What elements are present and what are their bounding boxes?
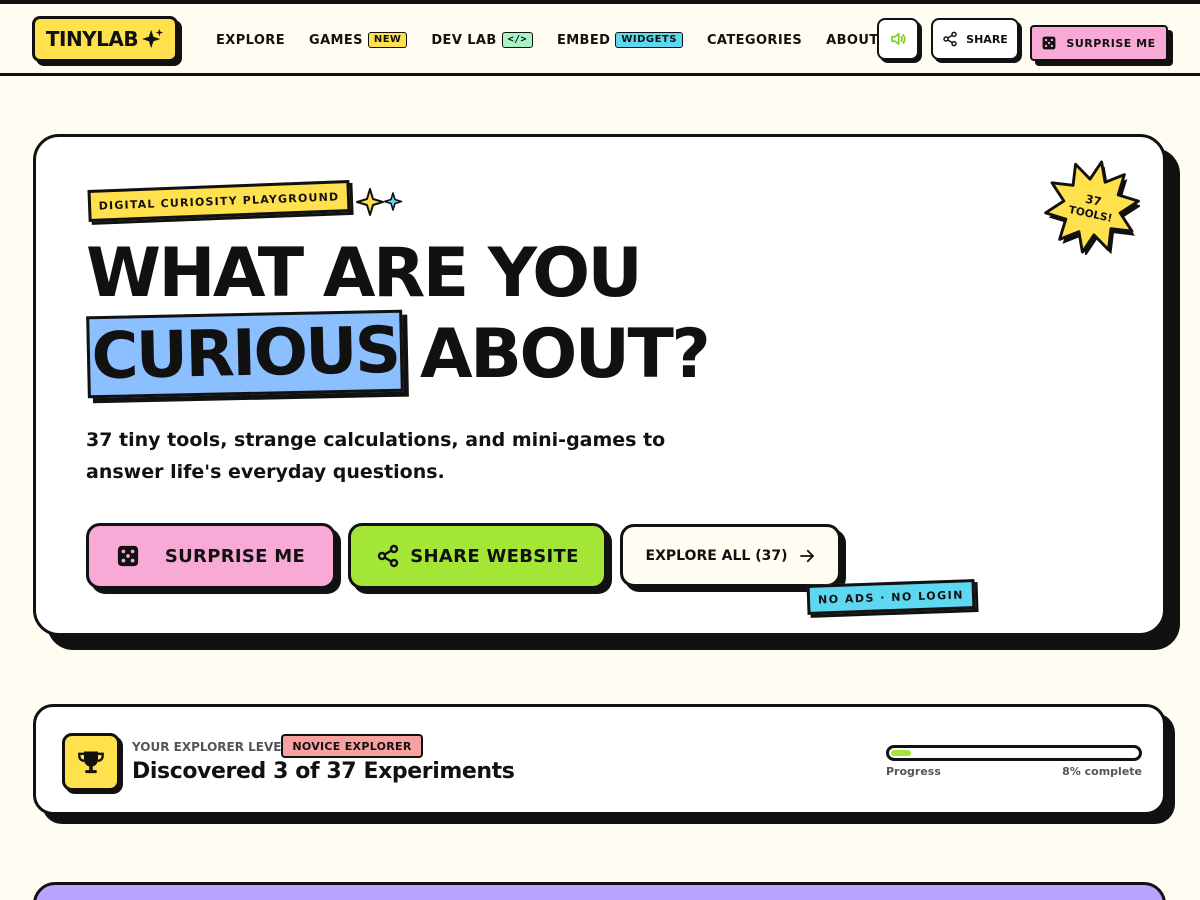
nav-link-label: GAMES [309, 32, 363, 48]
dice-icon [1042, 36, 1056, 50]
speaker-icon [891, 32, 906, 46]
hero-tag: DIGITAL CURIOSITY PLAYGROUND [87, 179, 351, 223]
next-section-card [33, 882, 1166, 900]
explorer-level-card: YOUR EXPLORER LEVEL NOVICE EXPLORER Disc… [33, 704, 1166, 815]
level-title: Discovered 3 of 37 Experiments [132, 759, 515, 784]
progress-fill [891, 750, 911, 756]
sound-toggle-button[interactable] [877, 18, 919, 60]
no-ads-tag: NO ADS · NO LOGIN [806, 579, 976, 615]
hero-title-line1: WHAT ARE YOU [86, 234, 643, 313]
share-button[interactable]: SHARE [931, 18, 1019, 60]
progress-label: Progress [886, 765, 941, 778]
surprise-me-button[interactable]: SURPRISE ME [1030, 25, 1168, 61]
nav-link-explore[interactable]: EXPLORE [216, 33, 285, 48]
hero-surprise-button[interactable]: SURPRISE ME [86, 523, 336, 589]
explore-all-label: EXPLORE ALL (37) [645, 547, 788, 564]
nav-link-label: DEV LAB [431, 32, 497, 48]
share-label: SHARE [966, 32, 1008, 46]
hero-title-line2: ABOUT? [420, 315, 711, 394]
trophy-icon [78, 751, 104, 774]
hero-title-highlight: CURIOUS [86, 309, 404, 399]
sparkles-icon [356, 188, 403, 216]
nav-link-games[interactable]: GAMES NEW [309, 32, 408, 48]
surprise-label: SURPRISE ME [1066, 36, 1156, 50]
share-icon [943, 31, 957, 47]
nav-link-dev-lab[interactable]: DEV LAB </> [431, 32, 533, 48]
new-badge: NEW [367, 32, 408, 48]
arrow-right-icon [799, 549, 814, 562]
share-icon [378, 544, 399, 568]
level-label: YOUR EXPLORER LEVEL [132, 740, 290, 754]
trophy-badge [62, 733, 120, 791]
nav-link-label: EMBED [556, 32, 611, 48]
logo-text: TINYLAB [45, 27, 139, 51]
nav-link-label: ABOUT [826, 32, 879, 48]
sparkle-icon [142, 28, 164, 49]
progress-bar [886, 745, 1142, 761]
nav-link-categories[interactable]: CATEGORIES [707, 33, 802, 48]
logo[interactable]: TINYLAB [32, 16, 178, 62]
nav-links: EXPLORE GAMES NEW DEV LAB </> EMBED WIDGETS… [216, 4, 879, 76]
widgets-badge: WIDGETS [615, 32, 683, 48]
hero-subtitle: 37 tiny tools, strange calculations, and… [86, 429, 666, 483]
nav-link-label: CATEGORIES [706, 32, 803, 48]
share-website-button[interactable]: SHARE WEBSITE [348, 523, 607, 589]
hero-card: DIGITAL CURIOSITY PLAYGROUND WHAT ARE YO… [33, 134, 1166, 636]
hero-surprise-label: SURPRISE ME [164, 545, 306, 567]
progress-percent: 8% complete [1062, 765, 1142, 778]
explore-all-button[interactable]: EXPLORE ALL (37) [620, 524, 841, 587]
top-nav: TINYLAB EXPLORE GAMES NEW DEV LAB </> EMBE… [0, 4, 1200, 76]
dice-icon [117, 545, 138, 567]
tools-count-burst: 37 TOOLS! [1044, 160, 1140, 255]
share-website-label: SHARE WEBSITE [410, 545, 579, 567]
nav-link-embed[interactable]: EMBED WIDGETS [557, 32, 683, 48]
code-badge: </> [501, 32, 533, 48]
nav-link-about[interactable]: ABOUT [826, 33, 878, 48]
nav-link-label: EXPLORE [216, 32, 285, 48]
level-badge: NOVICE EXPLORER [281, 734, 423, 758]
